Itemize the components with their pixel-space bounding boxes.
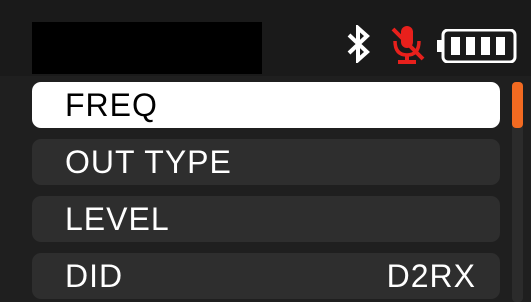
menu-item-label: LEVEL [65,200,170,237]
menu-item-value: D2RX [386,257,476,294]
menu-item-label: DID [65,257,124,294]
status-bar [0,0,531,76]
menu-item-level[interactable]: LEVEL [32,196,500,242]
device-screen: FREQ OUT TYPE LEVEL DID D2RX [0,0,531,302]
title-area [32,22,262,74]
menu-item-label: OUT TYPE [65,143,232,180]
menu-item-freq[interactable]: FREQ [32,82,500,128]
scrollbar-thumb[interactable] [512,82,523,128]
microphone-muted-icon [391,26,425,64]
scrollbar[interactable] [512,82,523,302]
bluetooth-icon [347,25,370,63]
menu-item-label: FREQ [65,86,158,123]
battery-full-icon [437,29,517,63]
menu-item-out-type[interactable]: OUT TYPE [32,139,500,185]
menu-item-did[interactable]: DID D2RX [32,253,500,299]
